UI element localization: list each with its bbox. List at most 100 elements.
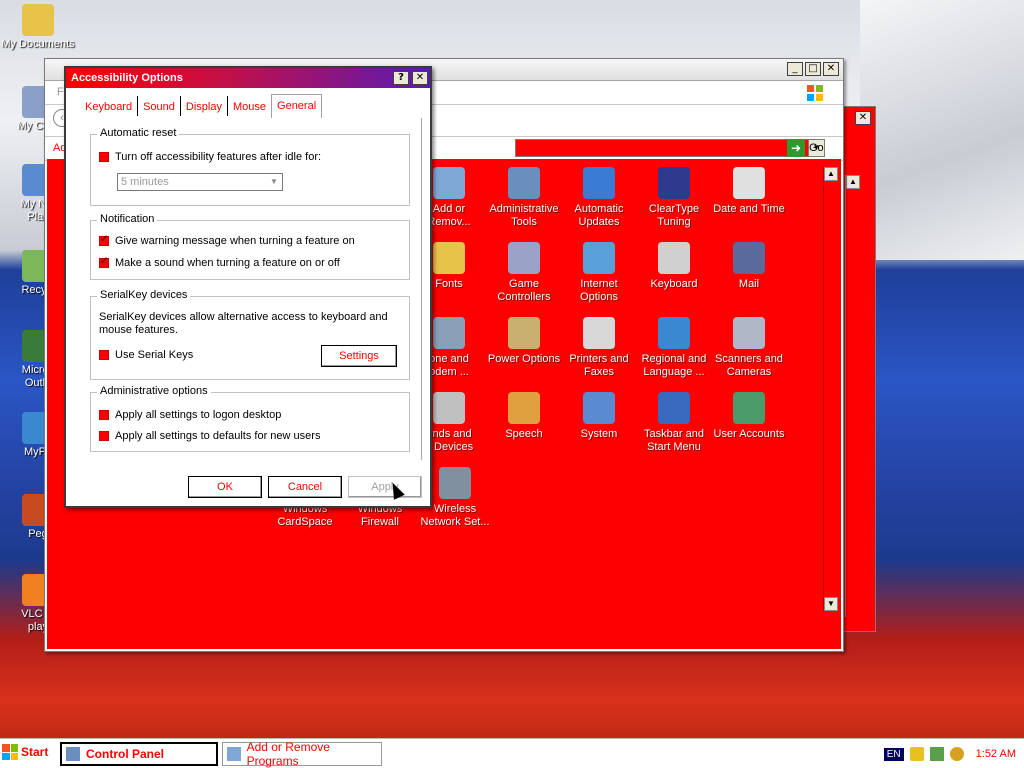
control-panel-item-icon (583, 242, 615, 274)
scroll-up-icon[interactable]: ▲ (824, 167, 838, 181)
administrative-options-group: Administrative options Apply all setting… (90, 385, 410, 452)
taskbar-control-panel[interactable]: Control Panel (60, 742, 218, 766)
control-panel-item-icon (658, 317, 690, 349)
add-remove-icon (227, 747, 241, 761)
control-panel-item-label: Keyboard (650, 278, 698, 290)
control-panel-item-icon (733, 392, 765, 424)
new-users-checkbox[interactable] (99, 431, 109, 441)
serialkey-group: SerialKey devices SerialKey devices allo… (90, 289, 410, 380)
close-icon[interactable]: ✕ (412, 71, 428, 85)
control-panel-item[interactable]: Internet Options (559, 242, 639, 304)
control-panel-item-label: System (580, 428, 618, 440)
go-button[interactable]: ➜ Go (787, 139, 824, 157)
sound-row[interactable]: Make a sound when turning a feature on o… (99, 256, 340, 269)
windows-logo-icon (807, 85, 823, 101)
accessibility-options-dialog[interactable]: Accessibility Options ? ✕ Keyboard Sound… (64, 66, 432, 508)
control-panel-item-label: Printers and Faxes (569, 353, 629, 378)
control-panel-item-icon (508, 392, 540, 424)
control-panel-item[interactable]: Power Options (484, 317, 564, 366)
task-label: Control Panel (86, 747, 165, 761)
control-panel-item-label: Date and Time (713, 203, 785, 215)
start-button[interactable]: Start (2, 744, 48, 760)
control-panel-item-label: Taskbar and Start Menu (644, 428, 704, 453)
control-panel-item-icon (658, 242, 690, 274)
control-panel-item[interactable]: Taskbar and Start Menu (634, 392, 714, 454)
shield-icon[interactable] (909, 747, 924, 761)
control-panel-item-label: Scanners and Cameras (715, 353, 783, 378)
close-icon[interactable]: ✕ (855, 111, 871, 125)
control-panel-item[interactable]: Keyboard (634, 242, 714, 291)
control-panel-item[interactable]: Regional and Language ... (634, 317, 714, 379)
search-icon[interactable] (949, 747, 964, 761)
control-panel-item[interactable]: Mail (709, 242, 789, 291)
control-panel-item-label: one and odem ... (429, 353, 469, 378)
content-scrollbar[interactable]: ▲ ▼ (823, 167, 839, 611)
serial-keys-row[interactable]: Use Serial Keys (99, 349, 193, 361)
clock[interactable]: 1:52 AM (976, 748, 1016, 760)
language-indicator[interactable]: EN (883, 747, 904, 761)
control-panel-item[interactable]: Speech (484, 392, 564, 441)
control-panel-item[interactable]: Administrative Tools (484, 167, 564, 229)
vertical-scrollbar[interactable]: ▲ (845, 175, 861, 617)
cancel-button[interactable]: Cancel (268, 476, 342, 498)
serial-keys-checkbox[interactable] (99, 350, 109, 360)
control-panel-item-icon (733, 317, 765, 349)
chevron-down-icon[interactable]: ▼ (267, 175, 281, 189)
control-panel-item[interactable]: Printers and Faxes (559, 317, 639, 379)
control-panel-item[interactable]: Scanners and Cameras (709, 317, 789, 379)
control-panel-item[interactable]: Date and Time (709, 167, 789, 216)
control-panel-item[interactable]: ClearType Tuning (634, 167, 714, 229)
close-icon[interactable]: ✕ (823, 62, 839, 76)
sound-checkbox[interactable] (99, 256, 109, 268)
control-panel-item-icon (733, 242, 765, 274)
desktop-icon-my-documents[interactable]: My Documents (0, 4, 76, 51)
control-panel-item[interactable]: Game Controllers (484, 242, 564, 304)
warning-checkbox[interactable] (99, 234, 109, 246)
control-panel-item[interactable]: System (559, 392, 639, 441)
ok-button[interactable]: OK (188, 476, 262, 498)
control-panel-item-label: Fonts (435, 278, 463, 290)
control-panel-item-label: Speech (505, 428, 543, 440)
control-panel-item-label: Add or Remov... (427, 203, 471, 228)
control-panel-item[interactable]: User Accounts (709, 392, 789, 441)
dialog-titlebar[interactable]: Accessibility Options ? ✕ (66, 68, 430, 88)
idle-reset-checkbox[interactable] (99, 152, 109, 162)
control-panel-icon (66, 747, 80, 761)
maximize-icon[interactable]: □ (805, 62, 821, 76)
windows-flag-icon (2, 744, 18, 760)
network-icon[interactable] (929, 747, 944, 761)
group-title: Notification (97, 213, 158, 225)
control-panel-item-icon (658, 167, 690, 199)
control-panel-item-icon (433, 392, 465, 424)
control-panel-item[interactable]: Automatic Updates (559, 167, 639, 229)
idle-time-select[interactable]: 5 minutes ▼ (117, 173, 283, 191)
scroll-down-icon[interactable]: ▼ (824, 597, 838, 611)
dialog-title: Accessibility Options (71, 72, 183, 84)
address-field[interactable]: ▼ (515, 139, 825, 157)
tab-display[interactable]: Display (181, 96, 228, 116)
minimize-icon[interactable]: _ (787, 62, 803, 76)
control-panel-item-icon (583, 317, 615, 349)
general-tab-panel: Automatic reset Turn off accessibility f… (74, 118, 422, 460)
tab-mouse[interactable]: Mouse (228, 96, 271, 116)
control-panel-item-icon (658, 392, 690, 424)
tab-sound[interactable]: Sound (138, 96, 181, 116)
new-users-row[interactable]: Apply all settings to defaults for new u… (99, 430, 320, 442)
control-panel-item-label: Internet Options (580, 278, 618, 303)
logon-desktop-row[interactable]: Apply all settings to logon desktop (99, 409, 281, 421)
tab-strip: Keyboard Sound Display Mouse General (80, 94, 323, 118)
tab-keyboard[interactable]: Keyboard (80, 96, 139, 116)
automatic-reset-group: Automatic reset Turn off accessibility f… (90, 127, 410, 206)
settings-button[interactable]: Settings (321, 345, 397, 367)
idle-reset-row[interactable]: Turn off accessibility features after id… (99, 151, 321, 163)
logon-desktop-checkbox[interactable] (99, 410, 109, 420)
taskbar-add-remove-programs[interactable]: Add or Remove Programs (222, 740, 382, 768)
task-label: Add or Remove Programs (246, 740, 330, 768)
tab-general[interactable]: General (271, 94, 323, 118)
serialkey-description: SerialKey devices allow alternative acce… (99, 311, 388, 336)
apply-button[interactable]: Apply (348, 476, 422, 498)
warning-row[interactable]: Give warning message when turning a feat… (99, 234, 355, 247)
control-panel-item-icon (583, 167, 615, 199)
scroll-up-icon[interactable]: ▲ (846, 175, 860, 189)
help-icon[interactable]: ? (393, 71, 409, 85)
